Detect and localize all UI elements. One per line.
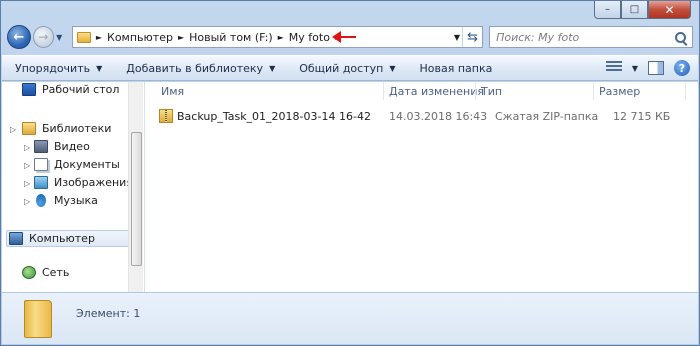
column-header-name[interactable]: Имя [161, 85, 184, 98]
content-area: Рабочий стол ▷ Библиотеки ▷ Видео ▷ Доку… [2, 82, 698, 294]
column-divider[interactable] [685, 82, 686, 100]
sidebar-item-documents[interactable]: Документы [34, 158, 120, 171]
share-menu[interactable]: Общий доступ ▼ [299, 62, 395, 75]
file-name: Backup_Task_01_2018-03-14 16-42 [177, 109, 371, 123]
address-history-dropdown[interactable]: ▼ [454, 33, 460, 42]
forward-button[interactable]: → [32, 26, 55, 48]
file-date: 14.03.2018 16:43 [389, 109, 488, 123]
column-divider[interactable] [593, 82, 594, 100]
breadcrumb-separator[interactable]: ► [96, 33, 102, 42]
sidebar-item-label: Сеть [42, 266, 70, 279]
expand-music-icon[interactable]: ▷ [24, 197, 30, 206]
organize-menu[interactable]: Упорядочить ▼ [15, 62, 102, 75]
folder-icon [76, 31, 91, 43]
expand-video-icon[interactable]: ▷ [24, 143, 30, 152]
breadcrumb-my-foto[interactable]: My foto [289, 31, 330, 44]
breadcrumb-drive[interactable]: Новый том (F:) [189, 31, 273, 44]
explorer-window: – □ ✕ ← → ▼ ► Компьютер ► Новый том (F:)… [0, 0, 700, 346]
search-input[interactable]: Поиск: My foto [496, 31, 579, 44]
organize-label: Упорядочить [15, 61, 91, 75]
documents-icon [34, 158, 48, 171]
column-divider[interactable] [475, 82, 476, 100]
help-icon[interactable]: ? [674, 60, 690, 76]
share-label: Общий доступ [299, 61, 384, 75]
column-header-size[interactable]: Размер [599, 85, 640, 98]
sidebar-item-label: Компьютер [29, 232, 95, 245]
sidebar-item-images[interactable]: Изображения [34, 176, 133, 189]
minimize-button[interactable]: – [594, 1, 621, 19]
sidebar-item-desktop[interactable]: Рабочий стол [22, 83, 119, 96]
navigation-pane: Рабочий стол ▷ Библиотеки ▷ Видео ▷ Доку… [2, 82, 145, 294]
column-header-type[interactable]: Тип [481, 85, 502, 98]
column-header-date[interactable]: Дата изменения [389, 85, 484, 98]
expand-images-icon[interactable]: ▷ [24, 179, 30, 188]
annotation-arrow-address [332, 31, 356, 43]
desktop-icon [22, 83, 36, 96]
chevron-down-icon: ▼ [269, 63, 276, 73]
scrollbar-thumb[interactable] [131, 132, 142, 266]
zip-folder-icon [159, 109, 173, 123]
view-controls: ▼ ? [605, 60, 690, 76]
chevron-down-icon: ▼ [96, 63, 103, 73]
preview-pane-icon[interactable] [648, 61, 664, 75]
item-count: Элемент: 1 [76, 307, 141, 320]
sidebar-item-music[interactable]: Музыка [34, 194, 98, 207]
breadcrumb-separator[interactable]: ► [278, 33, 284, 42]
breadcrumb-separator[interactable]: ► [178, 33, 184, 42]
file-list: Имя Дата изменения Тип Размер Backup_Tas… [145, 82, 698, 294]
view-options-dropdown[interactable]: ▼ [632, 64, 638, 73]
expand-libraries-icon[interactable]: ▷ [10, 125, 16, 134]
column-divider[interactable] [383, 82, 384, 100]
sidebar-item-label: Рабочий стол [42, 83, 120, 96]
sidebar-item-label: Изображения [54, 176, 133, 189]
sidebar-item-video[interactable]: Видео [34, 140, 90, 153]
refresh-icon[interactable]: ⇆ [462, 27, 482, 47]
new-folder-button[interactable]: Новая папка [419, 62, 492, 75]
network-icon [22, 266, 36, 279]
expand-documents-icon[interactable]: ▷ [24, 161, 30, 170]
sidebar-item-label: Документы [54, 158, 120, 171]
video-icon [34, 140, 48, 153]
libraries-icon [22, 122, 36, 135]
change-view-icon[interactable] [605, 61, 622, 75]
caption-buttons: – □ ✕ [594, 1, 691, 19]
breadcrumb-computer[interactable]: Компьютер [107, 31, 173, 44]
recent-pages-dropdown[interactable]: ▼ [56, 33, 68, 42]
search-box[interactable]: Поиск: My foto [489, 26, 693, 48]
file-row[interactable]: Backup_Task_01_2018-03-14 16-42 14.03.20… [159, 106, 692, 126]
folder-icon [24, 299, 52, 338]
back-button[interactable]: ← [7, 25, 31, 49]
new-folder-label: Новая папка [419, 61, 493, 75]
close-button[interactable]: ✕ [648, 1, 691, 19]
sidebar-item-label: Музыка [54, 194, 98, 207]
file-size: 12 715 КБ [613, 109, 671, 123]
details-pane: Элемент: 1 [2, 292, 698, 344]
navigation-scrollbar[interactable] [128, 82, 143, 294]
chevron-down-icon: ▼ [389, 63, 396, 73]
sidebar-item-label: Библиотеки [42, 122, 112, 135]
sidebar-item-label: Видео [54, 140, 90, 153]
maximize-button[interactable]: □ [621, 1, 648, 19]
column-headers: Имя Дата изменения Тип Размер [145, 82, 698, 100]
images-icon [34, 176, 48, 189]
file-type: Сжатая ZIP-папка [495, 109, 599, 123]
sidebar-item-libraries[interactable]: Библиотеки [22, 122, 111, 135]
sidebar-item-computer[interactable]: Компьютер [6, 230, 130, 247]
music-icon [36, 194, 46, 207]
sidebar-item-network[interactable]: Сеть [22, 266, 69, 279]
add-to-library-menu[interactable]: Добавить в библиотеку ▼ [126, 62, 275, 75]
computer-icon [9, 232, 23, 245]
command-bar: Упорядочить ▼ Добавить в библиотеку ▼ Об… [2, 55, 698, 81]
address-bar[interactable]: ► Компьютер ► Новый том (F:) ► My foto ►… [71, 26, 484, 48]
search-icon[interactable] [675, 31, 686, 43]
add-to-library-label: Добавить в библиотеку [126, 61, 264, 75]
